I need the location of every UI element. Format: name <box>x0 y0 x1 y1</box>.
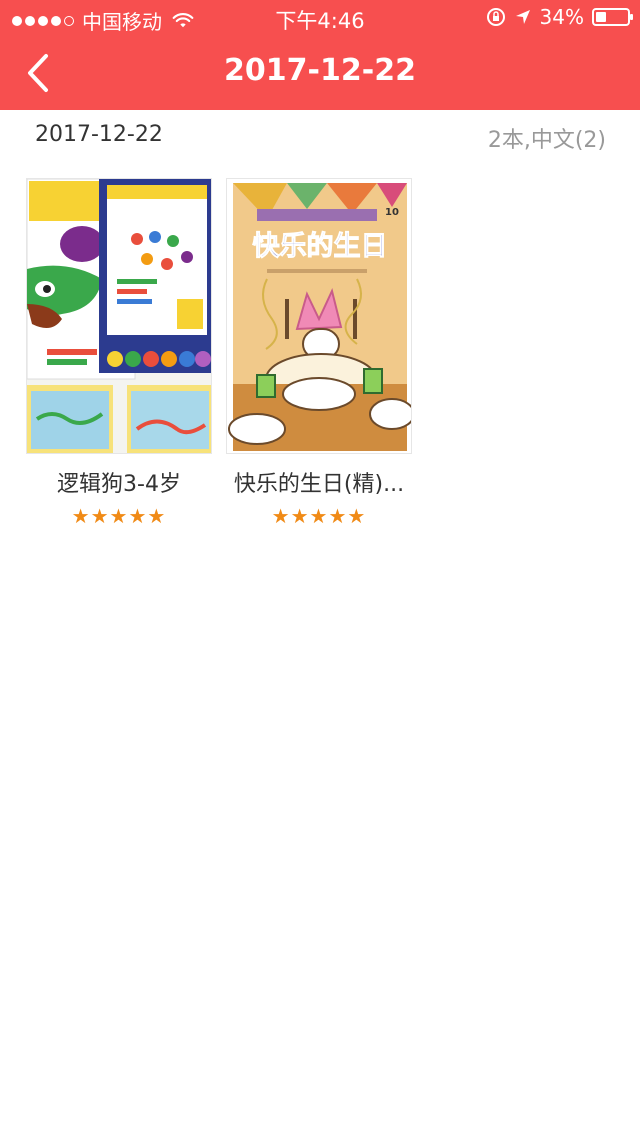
section-date: 2017-12-22 <box>35 122 163 147</box>
rating-stars-icon: ★★★★★ <box>271 504 367 528</box>
list-header: 2017-12-22 2本,中文(2) <box>0 110 640 162</box>
status-bar: 中国移动 下午4:46 34% <box>0 0 640 36</box>
book-cover-image[interactable] <box>26 178 212 454</box>
book-title[interactable]: 快乐的生日(精)... <box>226 466 412 498</box>
book-item[interactable]: 10 快乐的生日 快乐的生日(精)... ★★★★★ <box>226 178 412 528</box>
status-right: 34% <box>486 5 633 29</box>
cover-title: 快乐的生日 <box>253 230 388 262</box>
section-summary: 2本,中文(2) <box>487 128 606 153</box>
rating-stars-icon: ★★★★★ <box>71 504 167 528</box>
top-bar: 中国移动 下午4:46 34% 2017-12-22 <box>0 0 640 110</box>
page-title: 2017-12-22 <box>224 53 416 88</box>
location-arrow-icon <box>515 10 530 24</box>
battery-icon <box>592 8 633 26</box>
battery-percent: 34% <box>539 5 584 29</box>
book-cover-image[interactable]: 10 快乐的生日 <box>226 178 412 454</box>
book-title[interactable]: 逻辑狗3-4岁 <box>26 466 212 498</box>
cover-number: 10 <box>385 207 399 218</box>
nav-bar: 2017-12-22 <box>0 36 640 110</box>
book-item[interactable]: 逻辑狗3-4岁 ★★★★★ <box>26 178 212 528</box>
rotation-lock-icon <box>486 8 505 26</box>
